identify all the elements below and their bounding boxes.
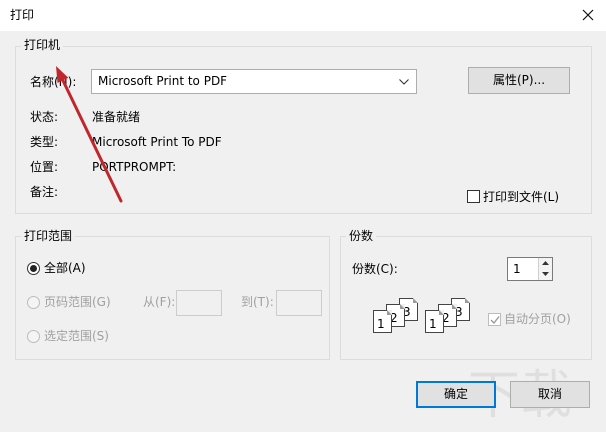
range-all-label[interactable]: 全部(A) [44,260,86,276]
range-pages-label[interactable]: 页码范围(G) [44,294,111,310]
printer-name-value: Microsoft Print to PDF [98,74,228,88]
copies-count-label: 份数(C): [352,262,398,276]
close-icon [582,9,594,21]
collate-label[interactable]: 自动分页(O) [504,311,571,327]
print-dialog: 打印 打印机 名称(N): Microsoft Print to PDF 属性(… [0,0,606,432]
range-all-radio[interactable] [27,262,40,275]
close-button[interactable] [578,6,598,24]
location-label: 位置: [30,160,59,174]
printer-name-label: 名称(N): [30,75,77,89]
page-icon: 1 [425,310,444,333]
window-title: 打印 [10,8,35,22]
range-selection-radio[interactable] [27,330,40,343]
from-label: 从(F): [143,295,176,309]
chevron-down-icon [399,79,409,85]
printer-group-label: 打印机 [21,37,64,53]
status-value: 准备就绪 [92,110,141,124]
copies-stepper[interactable]: 1 [507,257,553,281]
increment-button[interactable] [538,258,552,269]
check-icon [490,316,500,325]
range-pages-radio[interactable] [27,296,40,309]
arrow-up-icon [542,261,549,265]
decrement-button[interactable] [538,269,552,280]
printer-name-select[interactable]: Microsoft Print to PDF [91,69,417,94]
copies-group-label: 份数 [346,228,377,244]
page-number: 1 [377,317,385,331]
copies-count-input[interactable]: 1 [513,261,521,277]
collate-checkbox[interactable] [488,313,501,326]
to-input[interactable] [276,290,322,316]
page-number: 1 [429,317,437,331]
type-value: Microsoft Print To PDF [92,135,222,149]
arrow-down-icon [542,272,549,276]
title-bar: 打印 [0,0,606,31]
range-selection-label[interactable]: 选定范围(S) [44,328,109,344]
properties-button[interactable]: 属性(P)... [468,67,570,94]
collate-stack-icon: 3 2 1 [425,298,470,333]
cancel-button[interactable]: 取消 [510,381,590,408]
location-value: PORTPROMPT: [92,160,177,174]
print-to-file-label[interactable]: 打印到文件(L) [483,189,559,205]
page-icon: 1 [373,310,392,333]
ok-button[interactable]: 确定 [416,381,496,408]
collate-stack-icon: 3 2 1 [373,298,418,333]
comment-label: 备注: [30,185,59,199]
from-input[interactable] [176,290,222,316]
print-range-group-label: 打印范围 [21,228,76,244]
type-label: 类型: [30,135,59,149]
status-label: 状态: [30,110,59,124]
print-to-file-checkbox[interactable] [467,190,480,203]
to-label: 到(T): [241,295,274,309]
